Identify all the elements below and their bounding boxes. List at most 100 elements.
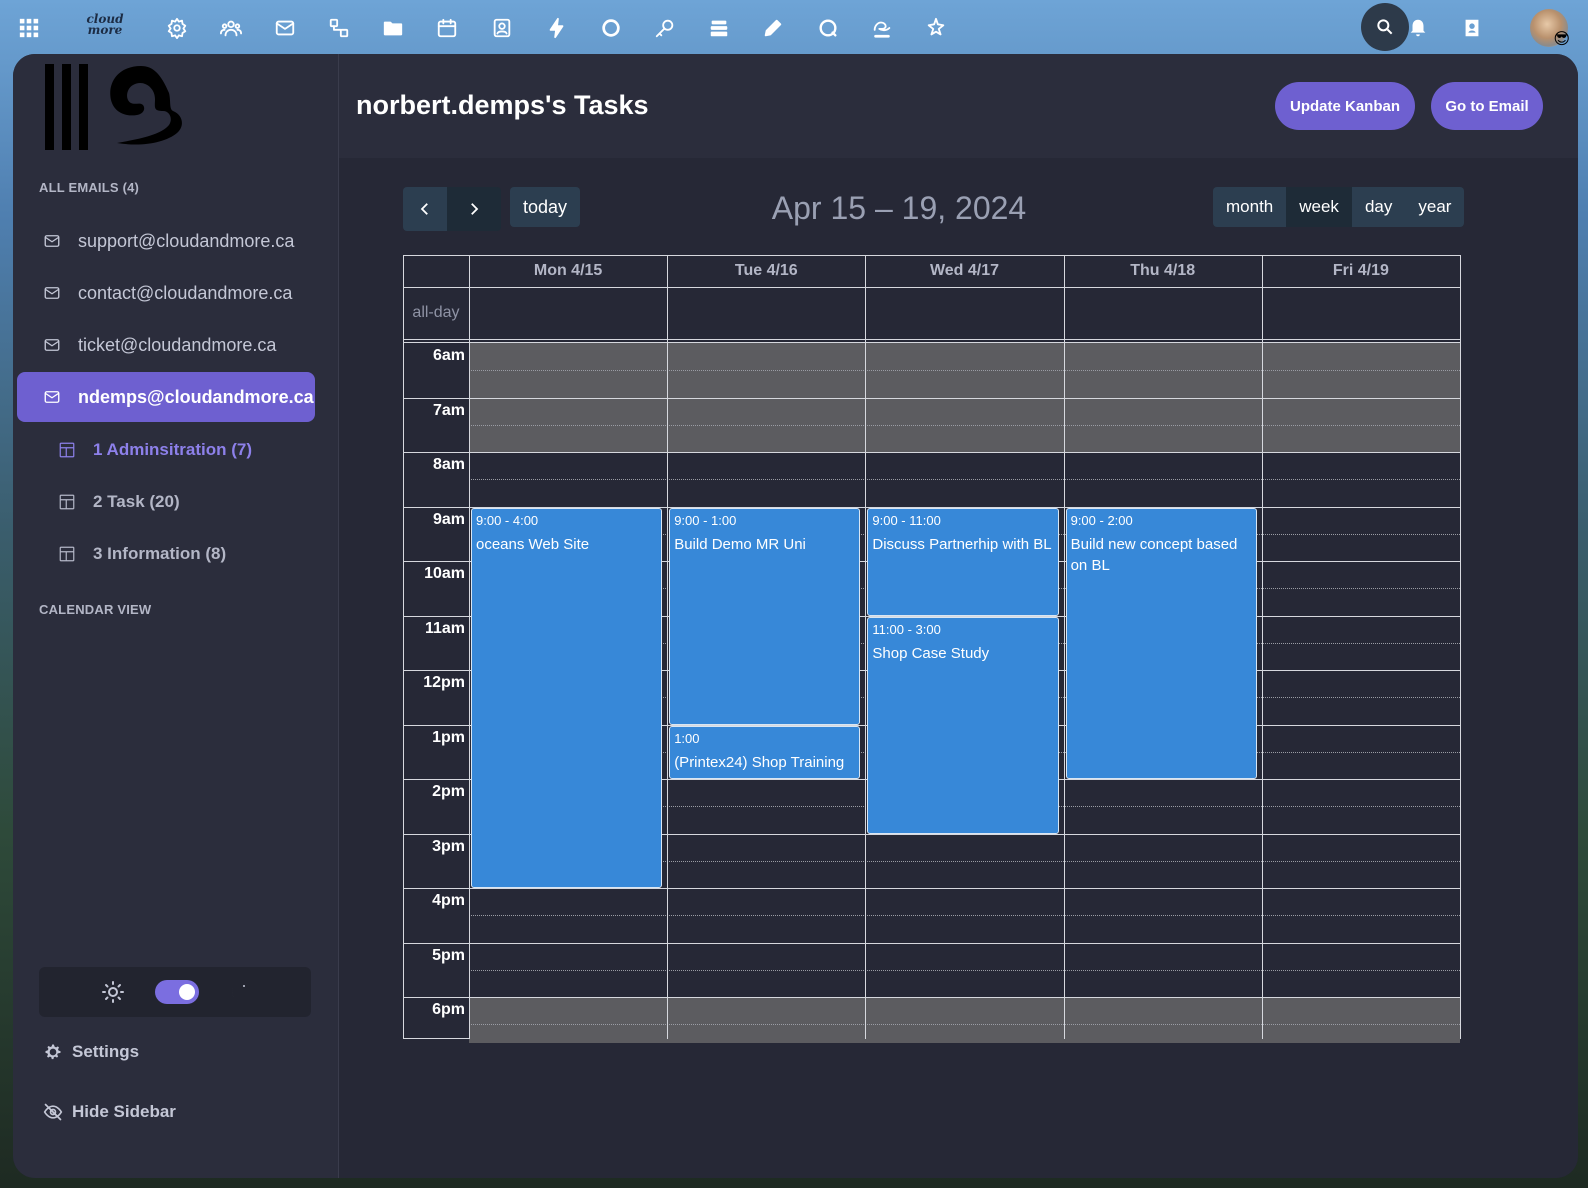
flow-icon[interactable] xyxy=(322,11,356,45)
toggle-knob xyxy=(179,984,195,1000)
sparkle-icon[interactable] xyxy=(919,11,953,45)
calendar-icon[interactable] xyxy=(430,11,464,45)
key-icon[interactable] xyxy=(648,11,682,45)
page-title: norbert.demps's Tasks xyxy=(356,90,649,120)
calendar-event[interactable]: 9:00 - 1:00 Build Demo MR Uni xyxy=(669,507,861,725)
sun-icon[interactable] xyxy=(101,980,125,1004)
board-label: 3 Information (8) xyxy=(93,544,227,563)
view-month-button[interactable]: month xyxy=(1213,187,1287,227)
grid-line xyxy=(403,342,1460,343)
next-week-button[interactable] xyxy=(447,187,501,231)
moon-icon[interactable] xyxy=(226,980,250,1004)
board-icon xyxy=(59,494,75,510)
folder-icon[interactable] xyxy=(376,11,410,45)
time-label: 5pm xyxy=(432,946,465,964)
lightning-icon[interactable] xyxy=(540,11,574,45)
grid-line xyxy=(865,255,867,1039)
day-header[interactable]: Fri 4/19 xyxy=(1262,255,1460,287)
calendar-event[interactable]: 9:00 - 4:00 oceans Web Site xyxy=(471,507,663,888)
event-title: (Printex24) Shop Training xyxy=(674,753,845,771)
brand-logo xyxy=(43,64,223,154)
gear-icon[interactable] xyxy=(160,11,194,45)
board-label: 1 Adminsitration (7) xyxy=(93,440,252,459)
day-header[interactable]: Wed 4/17 xyxy=(865,255,1063,287)
time-label: 2pm xyxy=(432,783,465,800)
event-time: 9:00 - 1:00 xyxy=(674,512,737,528)
email-item-ticket[interactable]: ticket@cloudandmore.ca xyxy=(17,320,315,370)
time-label: 1pm xyxy=(432,728,465,746)
grid-line xyxy=(469,255,470,1039)
day-header[interactable]: Tue 4/16 xyxy=(667,255,865,287)
time-label: 3pm xyxy=(432,837,465,855)
half-hour-line xyxy=(469,370,1460,372)
hour-line xyxy=(403,942,1460,944)
calendar-range-title: Apr 15 – 19, 2024 xyxy=(771,190,1027,226)
chat-icon[interactable] xyxy=(811,11,845,45)
board-item-administration[interactable]: 1 Adminsitration (7) xyxy=(58,430,252,470)
calendar-event[interactable]: 1:00 (Printex24) Shop Training xyxy=(669,725,861,779)
grid-line xyxy=(403,339,1460,340)
page-header: norbert.demps's Tasks Update Kanban Go t… xyxy=(339,54,1578,158)
day-header[interactable]: Thu 4/18 xyxy=(1064,255,1262,287)
cloud-and-more-logo[interactable]: cloud more xyxy=(70,13,140,40)
envelope-icon xyxy=(44,287,60,299)
email-item-contact[interactable]: contact@cloudandmore.ca xyxy=(17,268,315,318)
calendar-event[interactable]: 9:00 - 11:00 Discuss Partnerhip with BL xyxy=(867,507,1059,616)
people-icon[interactable] xyxy=(214,11,248,45)
grid-line xyxy=(403,287,1460,288)
envelope-icon xyxy=(44,339,60,351)
go-to-email-button[interactable]: Go to Email xyxy=(1431,82,1543,130)
time-label: 11am xyxy=(424,619,465,637)
view-year-button[interactable]: year xyxy=(1405,187,1465,227)
gear-icon xyxy=(45,1044,61,1060)
settings-link[interactable]: Settings xyxy=(43,1037,139,1067)
hide-sidebar-link[interactable]: Hide Sidebar xyxy=(43,1097,176,1127)
board-item-information[interactable]: 3 Information (8) xyxy=(58,534,226,574)
calendar-area: today Apr 15 – 19, 2024 month week day y… xyxy=(339,158,1578,1178)
view-week-button[interactable]: week xyxy=(1286,187,1352,227)
half-hour-line xyxy=(469,479,1460,481)
email-label: ndemps@cloudandmore.ca xyxy=(78,386,314,407)
app-window: ALL EMAILS (4) support@cloudandmore.ca c… xyxy=(13,54,1578,1178)
calendar-event[interactable]: 11:00 - 3:00 Shop Case Study xyxy=(867,616,1059,834)
board-item-task[interactable]: 2 Task (20) xyxy=(58,482,180,522)
eye-slash-icon xyxy=(43,1103,63,1121)
event-title: Build Demo MR Uni xyxy=(674,535,806,553)
half-hour-line xyxy=(469,969,1460,971)
hour-line xyxy=(403,397,1460,399)
email-item-support[interactable]: support@cloudandmore.ca xyxy=(17,216,315,266)
theme-toggle[interactable] xyxy=(155,980,199,1004)
day-header[interactable]: Mon 4/15 xyxy=(469,255,667,287)
calendar-view-label[interactable]: CALENDAR VIEW xyxy=(39,602,151,617)
stack-icon[interactable] xyxy=(702,11,736,45)
circle-icon[interactable] xyxy=(594,11,628,45)
calendar-event[interactable]: 9:00 - 2:00 Build new concept based on BL xyxy=(1065,507,1257,779)
hour-line xyxy=(403,452,1460,453)
time-label: 4pm xyxy=(432,892,465,909)
time-label: 10am xyxy=(424,565,465,582)
today-button[interactable]: today xyxy=(510,187,580,227)
board-icon xyxy=(59,546,75,562)
time-label: 8am xyxy=(432,456,465,473)
contact-card-icon[interactable] xyxy=(485,11,519,45)
bell-icon[interactable] xyxy=(1401,11,1435,45)
address-book-icon[interactable] xyxy=(1455,11,1489,45)
grid-line xyxy=(667,255,669,1039)
pencil-icon[interactable] xyxy=(756,11,790,45)
update-kanban-button[interactable]: Update Kanban xyxy=(1275,82,1415,130)
board-label: 2 Task (20) xyxy=(93,492,180,511)
envelope-icon xyxy=(44,391,60,403)
kanban-icon[interactable] xyxy=(865,11,899,45)
hour-line xyxy=(403,888,1460,889)
apps-grid-icon[interactable] xyxy=(12,11,46,45)
email-item-ndemps[interactable]: ndemps@cloudandmore.ca xyxy=(17,372,315,422)
mail-icon[interactable] xyxy=(268,11,302,45)
event-title: Build new concept based on BL xyxy=(1070,535,1238,574)
sunglasses-emoji-icon: 😎 xyxy=(1553,31,1570,48)
view-day-button[interactable]: day xyxy=(1351,187,1406,227)
avatar[interactable]: 😎 xyxy=(1530,9,1570,48)
envelope-icon xyxy=(44,235,60,247)
email-label: ticket@cloudandmore.ca xyxy=(78,334,277,355)
prev-week-button[interactable] xyxy=(403,187,447,231)
hide-sidebar-label: Hide Sidebar xyxy=(72,1102,176,1121)
